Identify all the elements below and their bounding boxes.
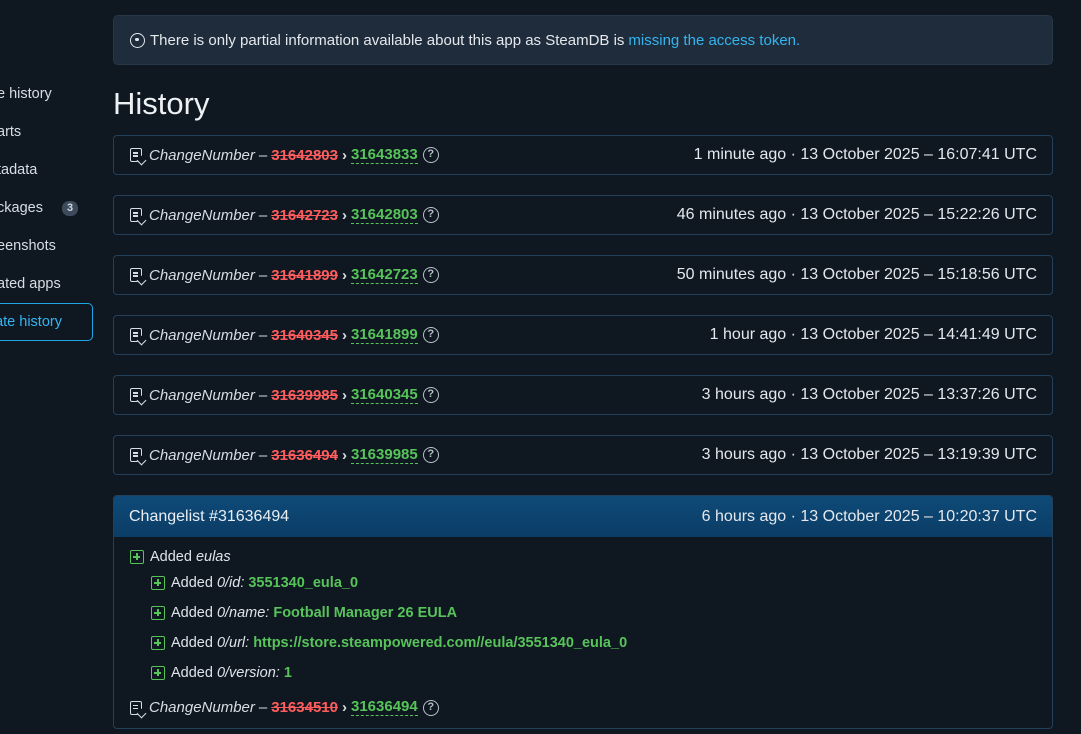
- old-change-number: 31642723: [271, 206, 338, 224]
- old-change-number: 31642803: [271, 146, 338, 164]
- row-timestamp: 46 minutes ago · 13 October 2025 – 15:22…: [676, 206, 1037, 223]
- old-change-number: 31636494: [271, 446, 338, 464]
- row-timestamp: 1 minute ago · 13 October 2025 – 16:07:4…: [693, 146, 1037, 163]
- help-icon[interactable]: ?: [422, 699, 439, 716]
- added-entry: Added 0/name: Football Manager 26 EULA: [151, 605, 457, 621]
- row-timestamp: 1 hour ago · 13 October 2025 – 14:41:49 …: [709, 326, 1037, 343]
- new-change-number-link[interactable]: 31636494: [351, 699, 418, 716]
- plus-square-icon: [151, 636, 165, 650]
- changelist-timestamp: 6 hours ago · 13 October 2025 – 10:20:37…: [701, 507, 1037, 525]
- added-entry: Added 0/id: 3551340_eula_0: [151, 575, 358, 591]
- page-title: History: [113, 86, 210, 121]
- document-icon: [130, 448, 142, 462]
- history-row: ChangeNumber –31636494 › 31639985? 3 hours …: [113, 435, 1053, 475]
- new-change-number-link[interactable]: 31642803: [351, 206, 418, 224]
- added-key: eulas: [195, 549, 231, 565]
- eula-url-link[interactable]: https://store.steampowered.com//eula/355…: [253, 635, 627, 651]
- packages-count-badge: 3: [62, 201, 79, 216]
- help-icon[interactable]: ?: [422, 327, 439, 343]
- sidebar-item-screenshots[interactable]: eenshots: [0, 228, 98, 264]
- history-row: ChangeNumber –31641899 › 31642723? 50 minut…: [113, 255, 1053, 295]
- row-timestamp: 3 hours ago · 13 October 2025 – 13:37:26…: [701, 386, 1037, 403]
- new-change-number-link[interactable]: 31640345: [351, 386, 418, 404]
- changelist-change-number: ChangeNumber –31634510 › 31636494?: [130, 699, 439, 716]
- document-icon: [130, 208, 142, 222]
- sidebar-item-price-history[interactable]: e history: [0, 76, 98, 112]
- old-change-number: 31640345: [271, 326, 338, 344]
- history-row: ChangeNumber –31639985 › 31640345? 3 hours …: [113, 375, 1053, 415]
- plus-square-icon: [130, 550, 144, 564]
- document-icon: [130, 268, 142, 282]
- changelist-header: Changelist #31636494 6 hours ago · 13 Oc…: [114, 496, 1052, 537]
- new-change-number-link[interactable]: 31642723: [351, 266, 418, 284]
- sidebar-item-update-history[interactable]: date history: [0, 303, 93, 341]
- notice-text: There is only partial information availa…: [150, 31, 625, 49]
- sidebar-item-packages[interactable]: ckages 3: [0, 190, 98, 226]
- info-icon: [130, 32, 145, 48]
- document-icon: [130, 328, 142, 342]
- partial-info-notice: There is only partial information availa…: [113, 15, 1053, 65]
- added-entry: Added 0/version: 1: [151, 665, 292, 681]
- sidebar-item-related-apps[interactable]: ated apps: [0, 266, 98, 302]
- plus-square-icon: [151, 576, 165, 590]
- document-icon: [130, 148, 142, 162]
- access-token-link[interactable]: missing the access token.: [628, 32, 800, 49]
- new-change-number-link[interactable]: 31643833: [351, 146, 418, 164]
- old-change-number: 31634510: [271, 699, 338, 716]
- history-row: ChangeNumber –31642803 › 31643833? 1 minute…: [113, 135, 1053, 175]
- document-icon: [130, 700, 142, 715]
- new-change-number-link[interactable]: 31639985: [351, 446, 418, 464]
- new-change-number-link[interactable]: 31641899: [351, 326, 418, 344]
- old-change-number: 31639985: [271, 386, 338, 404]
- added-section: Added eulas: [130, 549, 231, 565]
- page: e history arts tadata ckages 3 eenshots a…: [0, 0, 1081, 734]
- sidebar-item-charts[interactable]: arts: [0, 114, 98, 150]
- old-change-number: 31641899: [271, 266, 338, 284]
- help-icon[interactable]: ?: [422, 267, 439, 283]
- history-row: ChangeNumber –31640345 › 31641899? 1 hour a…: [113, 315, 1053, 355]
- help-icon[interactable]: ?: [422, 207, 439, 223]
- history-row: ChangeNumber –31642723 › 31642803? 46 minut…: [113, 195, 1053, 235]
- added-entry: Added 0/url: https://store.steampowered.…: [151, 635, 627, 651]
- changelist-title-link[interactable]: Changelist #31636494: [129, 508, 289, 526]
- help-icon[interactable]: ?: [422, 387, 439, 403]
- document-icon: [130, 388, 142, 402]
- help-icon[interactable]: ?: [422, 147, 439, 163]
- help-icon[interactable]: ?: [422, 447, 439, 463]
- plus-square-icon: [151, 606, 165, 620]
- row-timestamp: 3 hours ago · 13 October 2025 – 13:19:39…: [701, 446, 1037, 463]
- sidebar-item-metadata[interactable]: tadata: [0, 152, 98, 188]
- row-timestamp: 50 minutes ago · 13 October 2025 – 15:18…: [676, 266, 1037, 283]
- plus-square-icon: [151, 666, 165, 680]
- changelist-panel: Changelist #31636494 6 hours ago · 13 Oc…: [113, 495, 1053, 729]
